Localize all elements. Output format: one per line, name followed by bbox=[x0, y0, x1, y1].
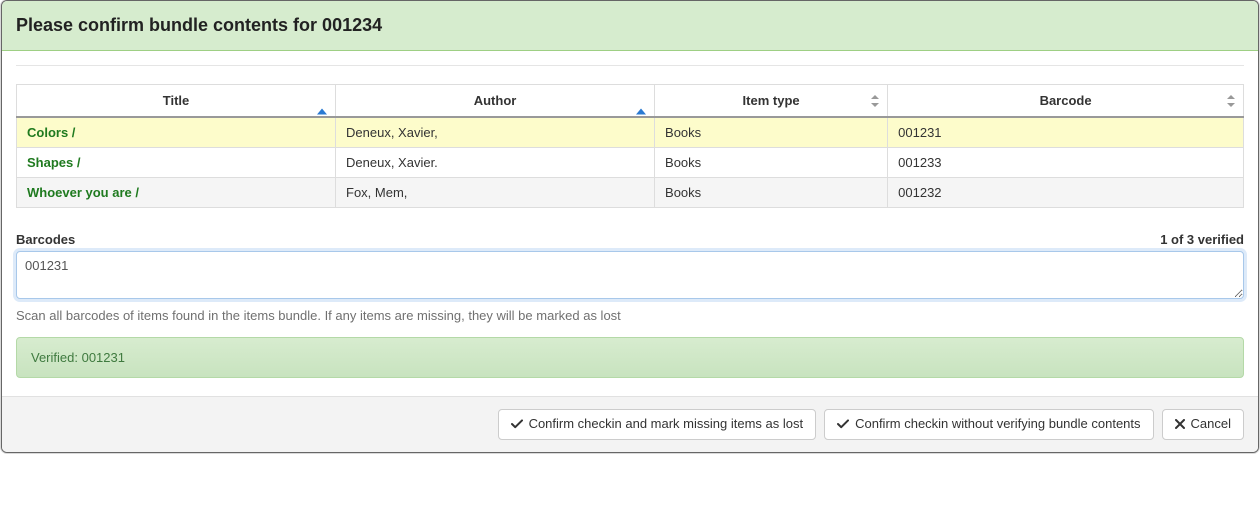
cell-item-type: Books bbox=[655, 178, 888, 208]
col-header-author[interactable]: Author bbox=[336, 85, 655, 118]
col-header-author-label: Author bbox=[474, 93, 517, 108]
verify-count: 1 of 3 verified bbox=[1160, 232, 1244, 247]
check-icon bbox=[511, 418, 523, 430]
title-link[interactable]: Colors / bbox=[27, 125, 75, 140]
title-link[interactable]: Whoever you are / bbox=[27, 185, 139, 200]
barcodes-help-text: Scan all barcodes of items found in the … bbox=[16, 308, 1244, 323]
col-header-title-label: Title bbox=[163, 93, 190, 108]
cell-author: Fox, Mem, bbox=[336, 178, 655, 208]
check-icon bbox=[837, 418, 849, 430]
cell-title: Whoever you are / bbox=[17, 178, 336, 208]
cell-item-type: Books bbox=[655, 117, 888, 148]
barcodes-label: Barcodes bbox=[16, 232, 75, 247]
cell-barcode: 001233 bbox=[888, 148, 1244, 178]
verified-alert: Verified: 001231 bbox=[16, 337, 1244, 378]
sort-both-icon bbox=[1227, 95, 1235, 107]
cell-barcode: 001232 bbox=[888, 178, 1244, 208]
col-header-barcode-label: Barcode bbox=[1040, 93, 1092, 108]
table-row: Whoever you are / Fox, Mem,Books001232 bbox=[17, 178, 1244, 208]
modal-header: Please confirm bundle contents for 00123… bbox=[2, 1, 1258, 51]
cell-author: Deneux, Xavier. bbox=[336, 148, 655, 178]
confirm-mark-lost-label: Confirm checkin and mark missing items a… bbox=[529, 416, 804, 433]
modal-body: Title Author Item type Barcode bbox=[2, 51, 1258, 396]
confirm-mark-lost-button[interactable]: Confirm checkin and mark missing items a… bbox=[498, 409, 817, 440]
close-icon bbox=[1175, 419, 1185, 429]
cell-item-type: Books bbox=[655, 148, 888, 178]
col-header-title[interactable]: Title bbox=[17, 85, 336, 118]
cancel-button[interactable]: Cancel bbox=[1162, 409, 1244, 440]
col-header-type-label: Item type bbox=[743, 93, 800, 108]
cell-barcode: 001231 bbox=[888, 117, 1244, 148]
confirm-skip-button[interactable]: Confirm checkin without verifying bundle… bbox=[824, 409, 1153, 440]
title-link[interactable]: Shapes / bbox=[27, 155, 80, 170]
barcodes-input[interactable] bbox=[16, 251, 1244, 299]
sort-asc-icon bbox=[317, 93, 327, 108]
divider bbox=[16, 65, 1244, 66]
table-row: Colors / Deneux, Xavier,Books001231 bbox=[17, 117, 1244, 148]
cell-title: Shapes / bbox=[17, 148, 336, 178]
cell-title: Colors / bbox=[17, 117, 336, 148]
barcodes-field-header: Barcodes 1 of 3 verified bbox=[16, 232, 1244, 247]
table-row: Shapes / Deneux, Xavier.Books001233 bbox=[17, 148, 1244, 178]
bundle-table: Title Author Item type Barcode bbox=[16, 84, 1244, 208]
col-header-barcode[interactable]: Barcode bbox=[888, 85, 1244, 118]
verified-alert-text: Verified: 001231 bbox=[31, 350, 125, 365]
sort-asc-icon bbox=[636, 93, 646, 108]
cell-author: Deneux, Xavier, bbox=[336, 117, 655, 148]
cancel-label: Cancel bbox=[1191, 416, 1231, 433]
modal-footer: Confirm checkin and mark missing items a… bbox=[2, 396, 1258, 452]
confirm-bundle-modal: Please confirm bundle contents for 00123… bbox=[1, 0, 1259, 453]
sort-both-icon bbox=[871, 95, 879, 107]
confirm-skip-label: Confirm checkin without verifying bundle… bbox=[855, 416, 1140, 433]
col-header-item-type[interactable]: Item type bbox=[655, 85, 888, 118]
modal-title: Please confirm bundle contents for 00123… bbox=[16, 15, 1244, 36]
